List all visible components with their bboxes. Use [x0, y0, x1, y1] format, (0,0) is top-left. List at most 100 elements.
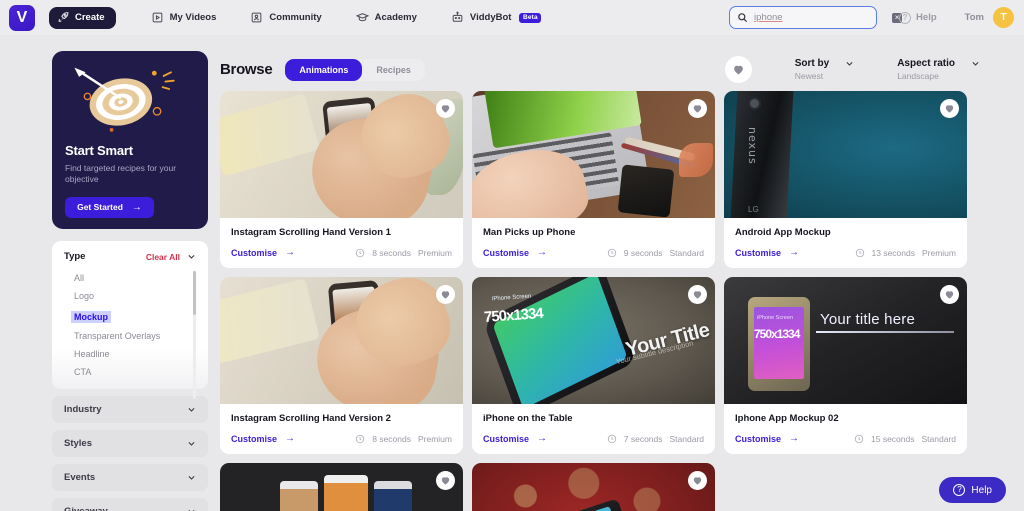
sort-by-control[interactable]: Sort by Newest	[795, 58, 854, 81]
nav-item-my-videos[interactable]: My Videos	[134, 3, 234, 33]
filter-option-mockup[interactable]: Mockup	[71, 311, 112, 323]
arrow-right-icon: →	[537, 433, 548, 444]
customise-button[interactable]: Customise →	[735, 247, 799, 258]
card-title: iPhone on the Table	[483, 413, 573, 424]
sort-by-header: Sort by	[795, 58, 854, 69]
filter-option-cta[interactable]: CTA	[64, 363, 190, 381]
aspect-ratio-control[interactable]: Aspect ratio Landscape	[897, 58, 980, 81]
filter-option-logo[interactable]: Logo	[64, 287, 190, 305]
filter-option-all[interactable]: All	[64, 269, 190, 287]
filter-option-headline[interactable]: Headline	[64, 345, 190, 363]
nav-item-viddybot[interactable]: ViddyBot Beta	[434, 3, 558, 33]
get-started-button[interactable]: Get Started →	[65, 196, 154, 218]
favourite-toggle[interactable]	[436, 99, 455, 118]
accordion-styles[interactable]: Styles	[52, 430, 208, 457]
filter-scrollbar-thumb[interactable]	[193, 271, 196, 315]
heart-icon	[693, 105, 702, 113]
customise-label: Customise	[735, 247, 782, 258]
tab-recipes[interactable]: Recipes	[362, 59, 425, 81]
customise-button[interactable]: Customise →	[483, 433, 547, 444]
nexus-wordmark: nexus	[746, 127, 759, 165]
favourites-button[interactable]	[724, 56, 752, 83]
arrow-right-icon: →	[285, 433, 296, 444]
card-meta: 9 seconds Standard	[607, 248, 704, 258]
browse-toolbar: Browse Animations Recipes Sort by Newest	[220, 35, 980, 91]
heart-icon	[441, 477, 450, 485]
card-duration: 8 seconds	[372, 247, 411, 258]
animation-card[interactable]: Instagram Scrolling Hand Version 1 Custo…	[220, 91, 463, 268]
sort-by-label: Sort by	[794, 58, 830, 69]
animation-card[interactable]	[220, 463, 463, 511]
card-thumbnail[interactable]: nexus LG	[724, 91, 967, 218]
chevron-down-icon[interactable]	[187, 252, 196, 261]
card-footer: Customise → 8 seconds Premium	[231, 433, 452, 444]
viddyoze-logo[interactable]: V	[9, 4, 35, 31]
card-thumbnail[interactable]	[472, 91, 715, 218]
favourite-toggle[interactable]	[688, 285, 707, 304]
accordion-industry[interactable]: Industry	[52, 396, 208, 423]
nav-item-community[interactable]: Community	[233, 3, 338, 33]
card-thumbnail[interactable]	[220, 277, 463, 404]
start-smart-promo-card: Start Smart Find targeted recipes for yo…	[52, 51, 208, 229]
card-thumbnail[interactable]	[220, 463, 463, 511]
card-footer: Customise → 7 seconds Standard	[483, 433, 704, 444]
customise-button[interactable]: Customise →	[735, 433, 799, 444]
animation-card[interactable]: iPhone Screen 750x1334 Your Title Your s…	[472, 277, 715, 454]
aspect-ratio-header: Aspect ratio	[897, 58, 980, 69]
chevron-down-icon	[972, 61, 979, 66]
question-circle-icon: ?	[899, 11, 912, 24]
thumbnail-art-android-app-mockup: nexus LG	[724, 91, 967, 218]
help-link[interactable]: ? Help	[899, 11, 937, 24]
chevron-down-icon	[188, 441, 195, 446]
animation-card[interactable]: Instagram Scrolling Hand Version 2 Custo…	[220, 277, 463, 454]
user-name[interactable]: Tom	[965, 12, 984, 23]
search-icon	[738, 13, 748, 23]
animation-card[interactable]: Man Picks up Phone Customise → 9 seconds…	[472, 91, 715, 268]
card-footer: Customise → 8 seconds Premium	[231, 247, 452, 258]
card-thumbnail[interactable]	[220, 91, 463, 218]
heart-icon	[693, 291, 702, 299]
avatar[interactable]: T	[993, 7, 1014, 28]
animation-card[interactable]: nexus LG Android App Mockup Customise →	[724, 91, 967, 268]
create-button[interactable]: Create	[49, 6, 116, 29]
thumbnail-art-instagram-scrolling-hand-2	[220, 277, 463, 404]
clear-all-button[interactable]: Clear All	[146, 252, 180, 262]
animation-card[interactable]: iPhone Screen 750x1334 Your title here I…	[724, 277, 967, 454]
favourite-toggle[interactable]	[940, 285, 959, 304]
customise-button[interactable]: Customise →	[231, 433, 295, 444]
favourite-toggle[interactable]	[436, 285, 455, 304]
search-input[interactable]	[754, 12, 887, 23]
favourite-toggle[interactable]	[436, 471, 455, 490]
search-box[interactable]: ×	[729, 6, 903, 29]
arrow-right-icon: →	[131, 201, 142, 213]
accordion-giveaway[interactable]: Giveaway	[52, 498, 208, 511]
favourite-toggle[interactable]	[688, 99, 707, 118]
filter-scrollbar[interactable]	[193, 271, 196, 399]
nav-item-academy[interactable]: Academy	[339, 3, 434, 33]
tab-animations[interactable]: Animations	[285, 58, 363, 81]
help-floating-button[interactable]: ? Help	[939, 477, 1006, 503]
customise-button[interactable]: Customise →	[231, 247, 295, 258]
card-thumbnail[interactable]: iPhone Screen 750x1334 Your title here	[724, 277, 967, 404]
card-footer: Customise → 15 seconds Standard	[735, 433, 956, 444]
accordion-events[interactable]: Events	[52, 464, 208, 491]
filter-option-transparent-overlays[interactable]: Transparent Overlays	[64, 327, 190, 345]
question-circle-icon: ?	[953, 484, 966, 496]
favourite-toggle[interactable]	[940, 99, 959, 118]
nav-label: Community	[269, 12, 322, 23]
customise-button[interactable]: Customise →	[483, 247, 547, 258]
video-library-icon	[152, 12, 162, 23]
content-type-tabs: Animations Recipes	[285, 58, 425, 81]
card-tier: Standard	[669, 247, 705, 258]
card-thumbnail[interactable]: iPhone Screen 750x1334 Your Title Your s…	[472, 277, 715, 404]
thumbnail-art-partial-row-1	[220, 463, 463, 511]
community-icon	[252, 12, 262, 23]
favourite-toggle[interactable]	[688, 471, 707, 490]
thumb-your-title-here: Your title here	[820, 311, 916, 328]
card-tier: Standard	[921, 433, 957, 444]
animation-card[interactable]	[472, 463, 715, 511]
customise-label: Customise	[231, 433, 278, 444]
card-thumbnail[interactable]	[472, 463, 715, 511]
accordion-label: Giveaway	[64, 506, 108, 511]
arrow-right-icon: →	[537, 247, 548, 258]
